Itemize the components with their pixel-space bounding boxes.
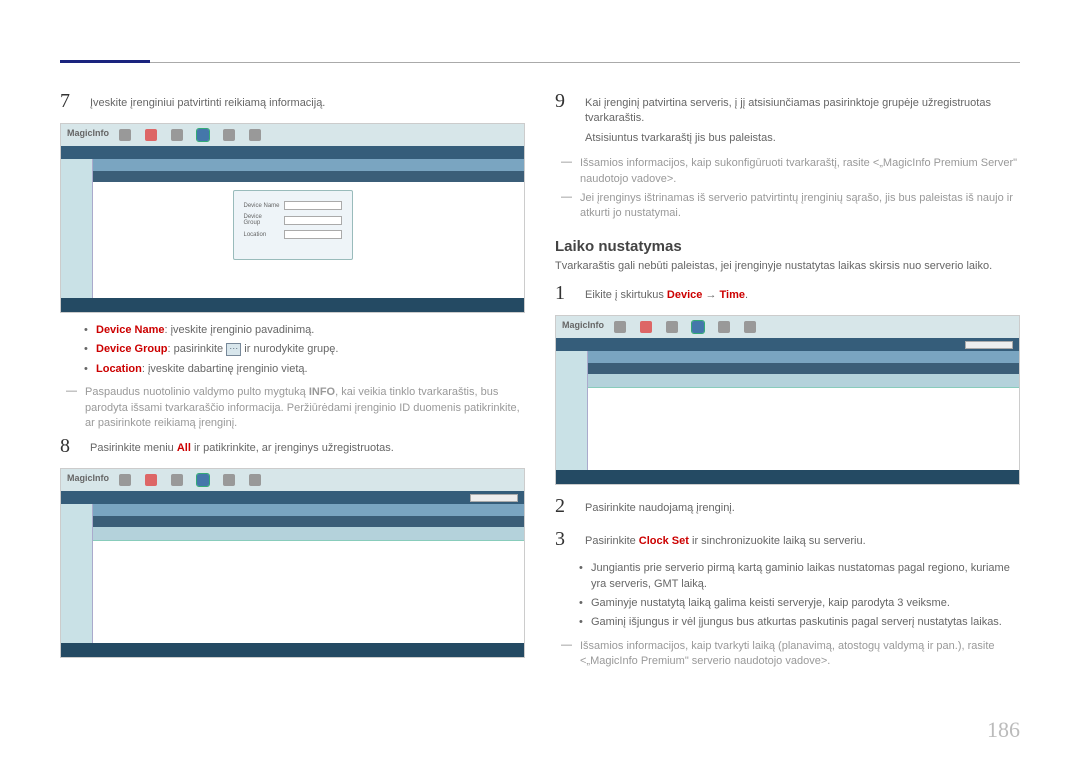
note-info-button: ― Paspaudus nuotolinio valdymo pulto myg… — [60, 385, 525, 431]
post: ir patikrinkite, ar įrenginys užregistru… — [191, 442, 394, 454]
field-bullets: Device Name: įveskite įrenginio pavadini… — [84, 323, 525, 377]
step-9: 9 Kai įrenginį patvirtina serveris, į jį… — [555, 90, 1020, 146]
step-number: 8 — [60, 435, 78, 458]
section-title-time: Laiko nustatymas — [555, 238, 1020, 255]
step-number: 7 — [60, 90, 78, 113]
app-logo-text: MagicInfo — [562, 320, 604, 330]
line2: Atsisiuntus tvarkaraštį jis bus paleista… — [585, 131, 1020, 146]
red: Clock Set — [639, 535, 689, 547]
header-accent — [60, 60, 150, 63]
t1: Paspaudus nuotolinio valdymo pulto mygtu… — [85, 386, 309, 398]
note-time-manual: ― Išsamios informacijos, kaip tvarkyti l… — [555, 639, 1020, 670]
screenshot-time-tab: MagicInfo — [555, 315, 1020, 485]
step-number: 3 — [555, 528, 573, 551]
note-config-manual: ― Išsamios informacijos, kaip sukonfigūr… — [555, 156, 1020, 187]
pre: Eikite į skirtukus — [585, 289, 667, 301]
step-1: 1 Eikite į skirtukus Device → Time. — [555, 282, 1020, 305]
label: Location — [96, 363, 142, 375]
step-text: Pasirinkite meniu All ir patikrinkite, a… — [90, 435, 525, 458]
post: ir sinchronizuokite laiką su serveriu. — [689, 535, 866, 547]
arrow: → — [702, 289, 719, 301]
content-columns: 7 Įveskite įrenginiui patvirtinti reikia… — [60, 90, 1020, 673]
post: . — [745, 289, 748, 301]
label: Device Name — [96, 324, 165, 336]
note-body: Išsamios informacijos, kaip tvarkyti lai… — [580, 639, 1020, 670]
screenshot-all-list: MagicInfo — [60, 468, 525, 658]
pre: Pasirinkite — [585, 535, 639, 547]
section-intro: Tvarkaraštis gali nebūti paleistas, jei … — [555, 259, 1020, 274]
step-text: Įveskite įrenginiui patvirtinti reikiamą… — [90, 90, 525, 113]
step-number: 1 — [555, 282, 573, 305]
step-3: 3 Pasirinkite Clock Set ir sinchronizuok… — [555, 528, 1020, 551]
group-picker-icon — [226, 343, 241, 356]
note-body: Išsamios informacijos, kaip sukonfigūruo… — [580, 156, 1020, 187]
header-rule — [60, 62, 1020, 63]
bold: INFO — [309, 386, 335, 398]
bullet-change-server: Gaminyje nustatytą laiką galima keisti s… — [579, 596, 1020, 611]
step-text: Pasirinkite Clock Set ir sinchronizuokit… — [585, 528, 1020, 551]
step-number: 9 — [555, 90, 573, 146]
step-7: 7 Įveskite įrenginiui patvirtinti reikia… — [60, 90, 525, 113]
text: : įveskite įrenginio pavadinimą. — [165, 324, 315, 336]
label: Device Group — [96, 343, 168, 355]
note-dash: ― — [66, 385, 77, 431]
bullet-device-group: Device Group: pasirinkite ir nurodykite … — [84, 342, 525, 357]
bullet-device-name: Device Name: įveskite įrenginio pavadini… — [84, 323, 525, 338]
bullet-location: Location: įveskite dabartinę įrenginio v… — [84, 362, 525, 377]
step-2: 2 Pasirinkite naudojamą įrenginį. — [555, 495, 1020, 518]
note-device-deleted: ― Jei įrenginys ištrinamas iš serverio p… — [555, 191, 1020, 222]
note-body: Jei įrenginys ištrinamas iš serverio pat… — [580, 191, 1020, 222]
step-text: Eikite į skirtukus Device → Time. — [585, 282, 1020, 305]
step-text: Pasirinkite naudojamą įrenginį. — [585, 495, 1020, 518]
approval-dialog: Device Name Device Group Location — [233, 190, 353, 260]
page-number: 186 — [987, 717, 1020, 743]
step-8: 8 Pasirinkite meniu All ir patikrinkite,… — [60, 435, 525, 458]
step-number: 2 — [555, 495, 573, 518]
text-after: ir nurodykite grupę. — [241, 343, 338, 355]
bullet-gmt: Jungiantis prie serverio pirmą kartą gam… — [579, 561, 1020, 592]
app-logo-text: MagicInfo — [67, 473, 109, 483]
bullet-restore: Gaminį išjungus ir vėl įjungus bus atkur… — [579, 615, 1020, 630]
red1: Device — [667, 289, 702, 301]
text-before: : pasirinkite — [168, 343, 227, 355]
step-text: Kai įrenginį patvirtina serveris, į jį a… — [585, 90, 1020, 146]
line1: Kai įrenginį patvirtina serveris, į jį a… — [585, 96, 1020, 127]
app-logo-text: MagicInfo — [67, 128, 109, 138]
screenshot-approval-dialog: MagicInfo Device Name Device Group Locat… — [60, 123, 525, 313]
left-column: 7 Įveskite įrenginiui patvirtinti reikia… — [60, 90, 525, 673]
note-dash: ― — [561, 156, 572, 187]
note-dash: ― — [561, 639, 572, 670]
pre: Pasirinkite meniu — [90, 442, 177, 454]
text: : įveskite dabartinę įrenginio vietą. — [142, 363, 308, 375]
red2: Time — [720, 289, 745, 301]
note-body: Paspaudus nuotolinio valdymo pulto mygtu… — [85, 385, 525, 431]
note-dash: ― — [561, 191, 572, 222]
right-column: 9 Kai įrenginį patvirtina serveris, į jį… — [555, 90, 1020, 673]
time-bullets: Jungiantis prie serverio pirmą kartą gam… — [579, 561, 1020, 631]
red: All — [177, 442, 191, 454]
